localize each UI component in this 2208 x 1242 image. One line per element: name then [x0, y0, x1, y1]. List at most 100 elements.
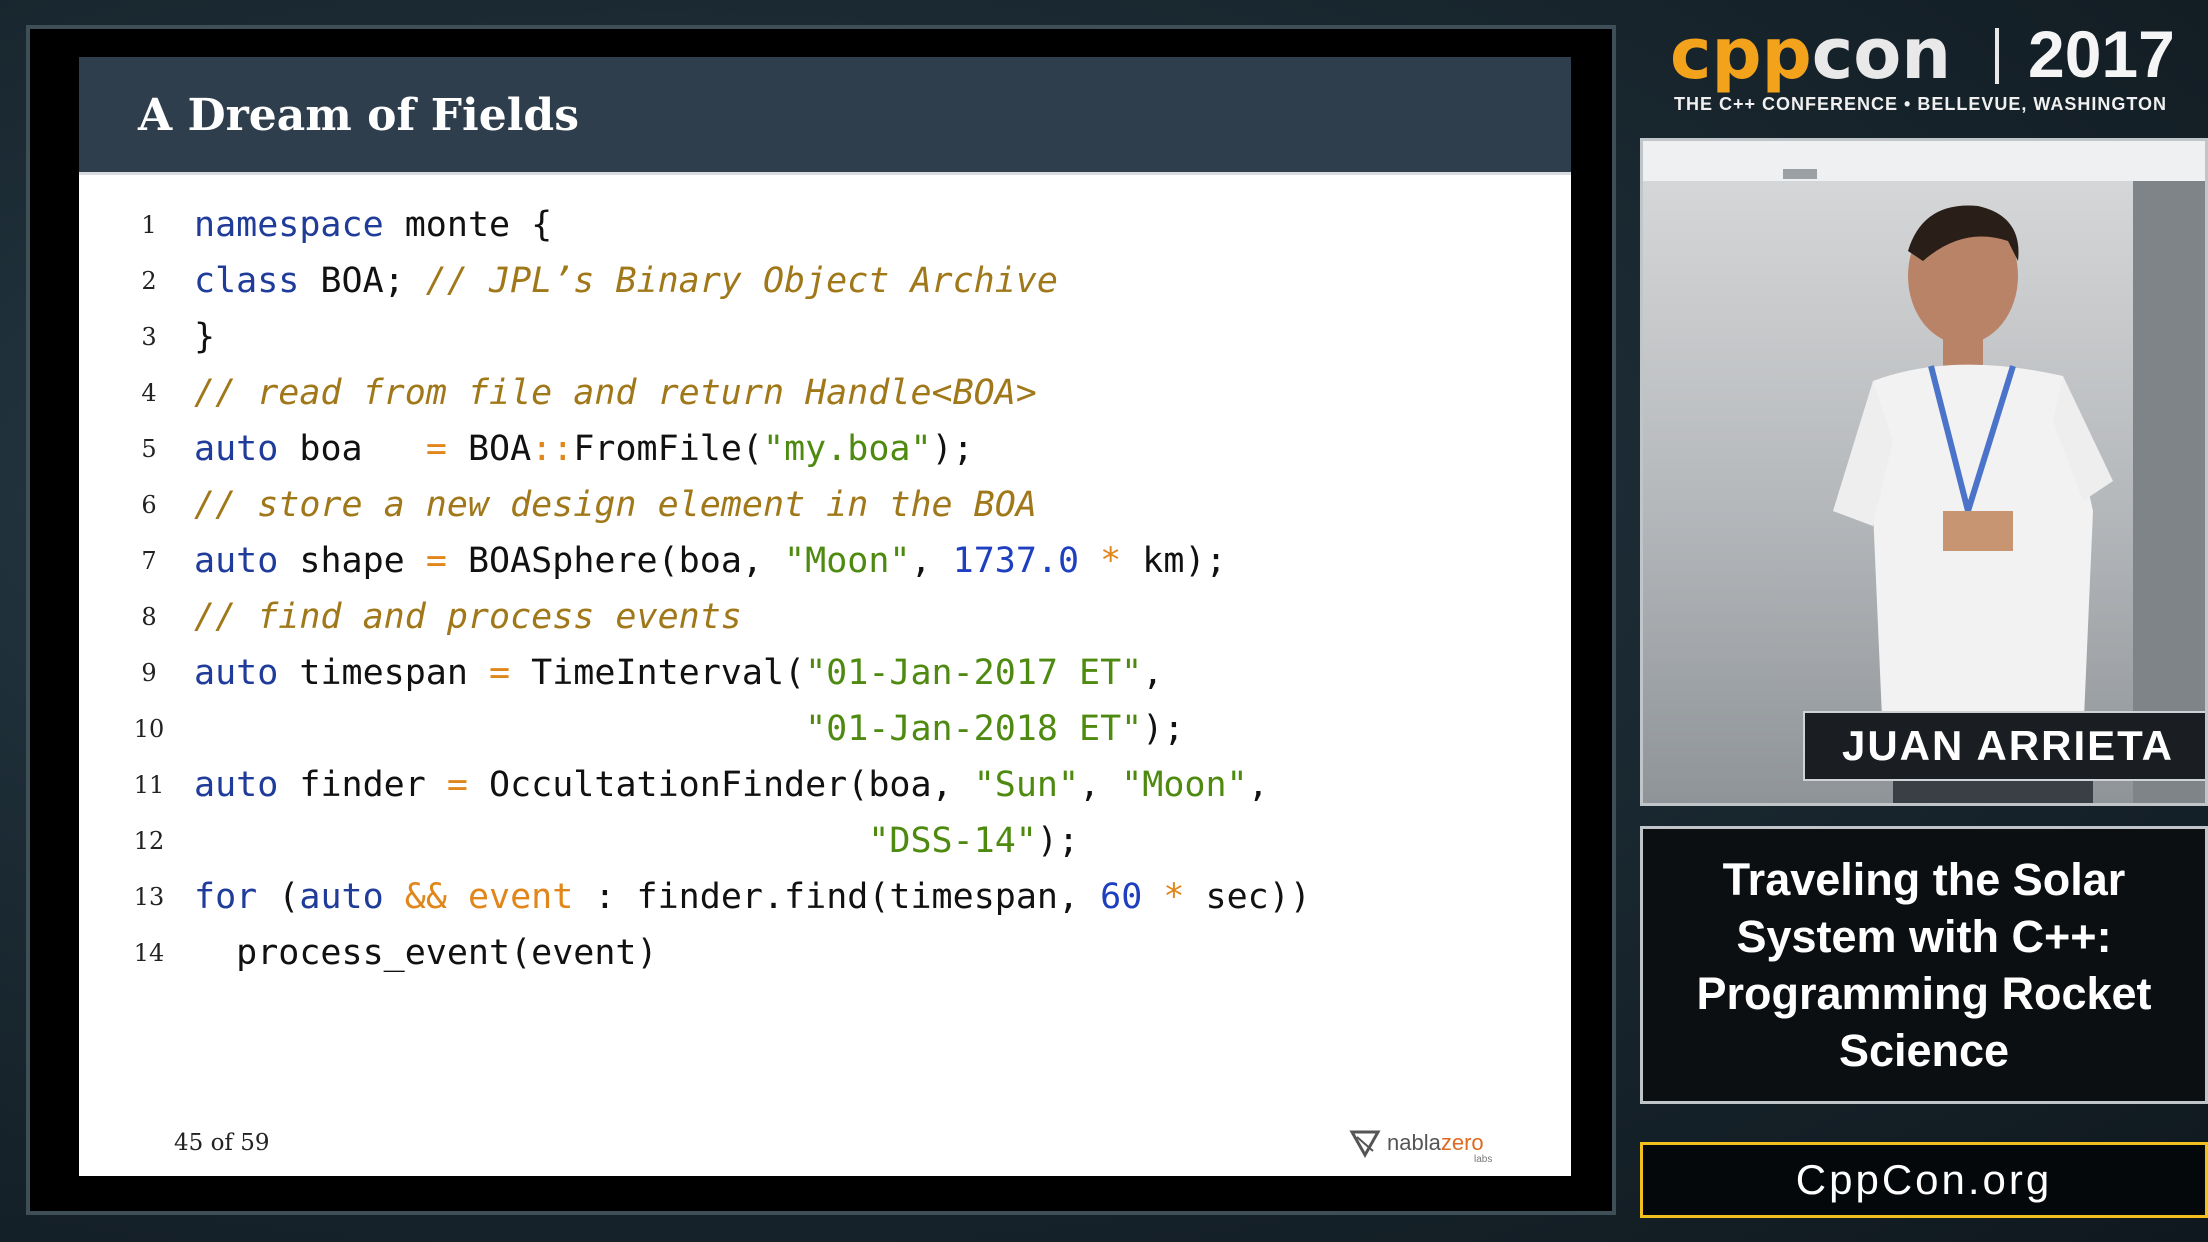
code-line: 1 namespace monte { [79, 197, 1571, 253]
code-token: boa [278, 429, 426, 469]
code-token: "my.boa" [763, 429, 932, 469]
code-token: // find and process events [194, 597, 742, 637]
nablazero-logo: nablazero [1349, 1127, 1484, 1159]
code-token: // store a new design element in the BOA [194, 485, 1037, 525]
code-token: // JPL’s Binary Object Archive [425, 261, 1058, 301]
code-token: "01-Jan-2017 ET" [805, 653, 1143, 693]
line-number: 9 [141, 659, 157, 687]
code-line: 4 // read from file and return Handle<BOA… [79, 365, 1571, 421]
code-line: 2 class BOA; // JPL’s Binary Object Archi… [79, 253, 1571, 309]
code-token: process_event(event) [194, 933, 658, 973]
logo-accent: zero [1440, 1130, 1484, 1155]
code-token: = [446, 765, 468, 805]
code-token: "Moon" [784, 541, 911, 581]
code-token: class [194, 261, 300, 301]
code-line: 5 auto boa = BOA::FromFile("my.boa"); [79, 421, 1571, 477]
code-token: BOA; [299, 261, 426, 301]
code-text: auto boa = BOA::FromFile("my.boa"); [194, 421, 974, 477]
code-line: 11 auto finder = OccultationFinder(boa, "… [79, 757, 1571, 813]
code-token: , [1247, 765, 1269, 805]
line-number: 2 [141, 267, 157, 295]
code-token: monte { [383, 205, 553, 245]
code-token: auto [299, 877, 384, 917]
code-token: auto [194, 765, 279, 805]
code-token: shape [278, 541, 426, 581]
conference-year: 2017 [2028, 17, 2175, 91]
code-token: "Sun" [973, 765, 1080, 805]
code-token: ); [931, 429, 974, 469]
code-token: ); [1036, 821, 1080, 861]
code-token: = [425, 429, 447, 469]
talk-title-panel: Traveling the Solar System with C++: Pro… [1640, 826, 2208, 1104]
code-token: auto [194, 429, 279, 469]
code-token: auto [194, 541, 279, 581]
line-number: 13 [133, 883, 165, 911]
code-token: : finder.find(timespan, [573, 877, 1101, 917]
conference-tagline: THE C++ CONFERENCE • BELLEVUE, WASHINGTO… [1674, 94, 2168, 114]
slide-header: A Dream of Fields [79, 57, 1571, 175]
code-token: BOA [446, 429, 532, 469]
speaker-video: JUAN ARRIETA [1640, 138, 2208, 806]
slide-title: A Dream of Fields [138, 90, 579, 141]
code-line: 9 auto timespan = TimeInterval("01-Jan-20… [79, 645, 1571, 701]
code-block: 1 namespace monte { 2 class BOA; // JPL’s B… [79, 197, 1571, 981]
code-line: 8 // find and process events [79, 589, 1571, 645]
code-token: , [1079, 765, 1122, 805]
code-token: :: [531, 429, 574, 469]
code-text: auto shape = BOASphere(boa, "Moon", 1737… [194, 533, 1227, 589]
code-line: 7 auto shape = BOASphere(boa, "Moon", 173… [79, 533, 1571, 589]
code-token: for [194, 877, 258, 917]
logo-name: nabla [1387, 1130, 1441, 1155]
code-line: 12 "DSS-14"); [79, 813, 1571, 869]
code-line: 10 "01-Jan-2018 ET"); [79, 701, 1571, 757]
code-text: process_event(event) [194, 925, 658, 981]
video-ceiling [1643, 141, 2205, 181]
code-token: finder [278, 765, 447, 805]
conference-name-rest: con [1811, 13, 1952, 95]
speaker-name-plate: JUAN ARRIETA [1803, 711, 2205, 781]
code-token: OccultationFinder(boa, [467, 765, 974, 805]
line-number: 1 [141, 211, 157, 239]
website-panel: CppCon.org [1640, 1142, 2208, 1218]
line-number: 10 [133, 715, 165, 743]
website-url: CppCon.org [1795, 1156, 2053, 1203]
code-token: FromFile( [573, 429, 763, 469]
code-token: sec)) [1184, 877, 1311, 917]
line-number: 3 [141, 323, 157, 351]
code-token: 1737.0 [952, 541, 1080, 581]
page-counter: 45 of 59 [174, 1130, 270, 1156]
code-text: // find and process events [194, 589, 742, 645]
code-token: * [1163, 877, 1185, 917]
code-token: "01-Jan-2018 ET" [805, 709, 1143, 749]
line-number: 5 [141, 435, 157, 463]
line-number: 4 [141, 379, 157, 407]
code-text: class BOA; // JPL’s Binary Object Archiv… [194, 253, 1058, 309]
code-token: ( [257, 877, 300, 917]
code-line: 3} [79, 309, 1571, 365]
code-token: = [489, 653, 511, 693]
code-text: auto timespan = TimeInterval("01-Jan-201… [194, 645, 1163, 701]
conference-name-accent: cpp [1670, 13, 1812, 95]
code-token: namespace [194, 205, 384, 245]
ceiling-light [1783, 169, 1817, 179]
code-token: timespan [278, 653, 490, 693]
code-token: ); [1142, 709, 1185, 749]
conference-divider [1995, 28, 1999, 84]
conference-logo: cppcon [1670, 14, 1951, 94]
code-token: // read from file and return Handle<BOA> [194, 373, 1037, 413]
code-text: for (auto && event : finder.find(timespa… [194, 869, 1311, 925]
code-text: "DSS-14"); [194, 813, 1079, 869]
logo-text: nablazero [1387, 1130, 1484, 1156]
code-token: && event [404, 877, 574, 917]
code-line: 6 // store a new design element in the BO… [79, 477, 1571, 533]
code-token: "Moon" [1121, 765, 1248, 805]
code-line: 14 process_event(event) [79, 925, 1571, 981]
code-token: * [1100, 541, 1122, 581]
code-token: , [1142, 653, 1164, 693]
code-text: "01-Jan-2018 ET"); [194, 701, 1184, 757]
code-text: } [194, 309, 215, 365]
